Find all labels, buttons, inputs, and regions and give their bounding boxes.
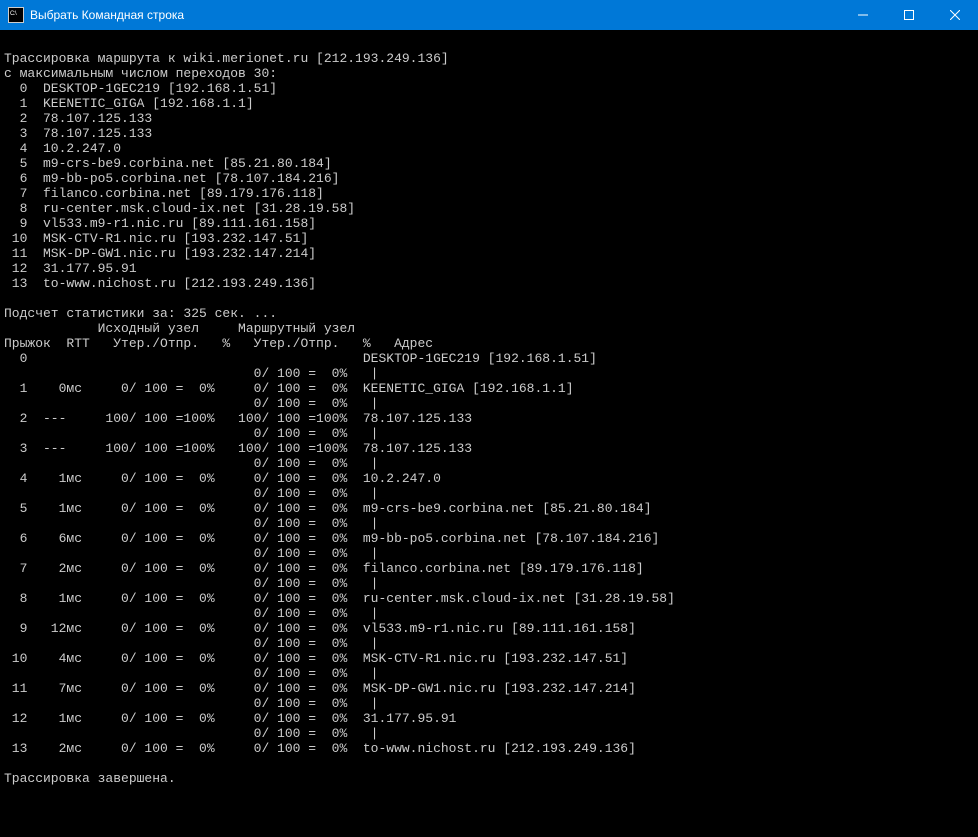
window-buttons bbox=[840, 0, 978, 30]
cmd-window: Выбрать Командная строка Трассировка мар… bbox=[0, 0, 978, 837]
window-title: Выбрать Командная строка bbox=[30, 0, 184, 30]
maximize-button[interactable] bbox=[886, 0, 932, 30]
titlebar[interactable]: Выбрать Командная строка bbox=[0, 0, 978, 30]
close-button[interactable] bbox=[932, 0, 978, 30]
minimize-button[interactable] bbox=[840, 0, 886, 30]
cmd-icon bbox=[8, 7, 24, 23]
terminal-output[interactable]: Трассировка маршрута к wiki.merionet.ru … bbox=[0, 30, 978, 837]
